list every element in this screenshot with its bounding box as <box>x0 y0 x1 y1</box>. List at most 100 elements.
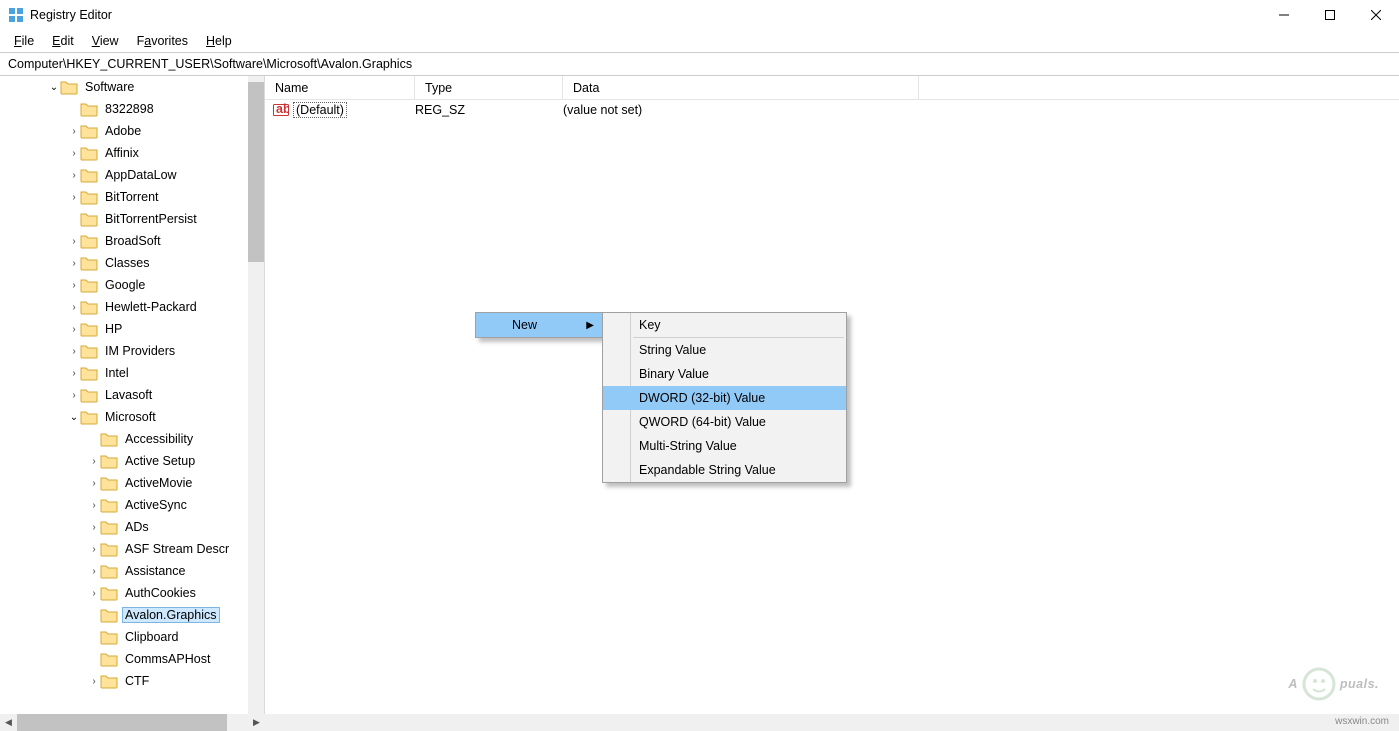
tree-twisty-icon[interactable]: › <box>88 676 100 687</box>
tree-twisty-icon[interactable]: › <box>68 368 80 379</box>
hscroll-left-button[interactable]: ◀ <box>0 714 17 731</box>
tree-twisty-icon[interactable]: › <box>68 126 80 137</box>
tree-hscroll-thumb[interactable] <box>17 714 227 731</box>
minimize-button[interactable] <box>1261 0 1307 30</box>
tree-item-label: Affinix <box>102 145 142 161</box>
tree-hscroll-track[interactable]: ◀ ▶ <box>0 714 265 731</box>
tree-twisty-icon[interactable]: › <box>68 236 80 247</box>
tree-item-activemovie[interactable]: › ActiveMovie <box>0 472 248 494</box>
tree-item-google[interactable]: › Google <box>0 274 248 296</box>
close-button[interactable] <box>1353 0 1399 30</box>
tree-vscroll-thumb[interactable] <box>248 82 264 262</box>
col-type[interactable]: Type <box>415 76 563 99</box>
tree-item-intel[interactable]: › Intel <box>0 362 248 384</box>
menu-help[interactable]: Help <box>198 33 240 49</box>
tree-twisty-icon[interactable]: › <box>68 280 80 291</box>
tree-item-label: AppDataLow <box>102 167 180 183</box>
tree-item-im-providers[interactable]: ›IM Providers <box>0 340 248 362</box>
tree-item-affinix[interactable]: › Affinix <box>0 142 248 164</box>
list-header: Name Type Data <box>265 76 1399 100</box>
ctx-dword-value[interactable]: DWORD (32-bit) Value <box>603 386 846 410</box>
tree-twisty-icon[interactable]: › <box>88 588 100 599</box>
context-submenu-new: Key String Value Binary Value DWORD (32-… <box>602 312 847 483</box>
tree-item-software[interactable]: ⌄Software <box>0 76 248 98</box>
address-bar <box>0 52 1399 76</box>
tree-item-avalon-graphics[interactable]: Avalon.Graphics <box>0 604 248 626</box>
tree-item-label: ADs <box>122 519 152 535</box>
ctx-binary-value[interactable]: Binary Value <box>603 362 846 386</box>
tree-item-commsaphost[interactable]: CommsAPHost <box>0 648 248 670</box>
tree-twisty-icon[interactable]: › <box>68 170 80 181</box>
hscroll-right-button[interactable]: ▶ <box>248 714 265 731</box>
tree-item-label: BitTorrent <box>102 189 162 205</box>
tree-twisty-icon[interactable]: › <box>68 302 80 313</box>
list-row[interactable]: ab (Default) REG_SZ (value not set) <box>265 100 1399 120</box>
tree-twisty-icon[interactable]: ⌄ <box>48 82 60 93</box>
tree-twisty-icon[interactable]: › <box>88 500 100 511</box>
value-data: (value not set) <box>563 103 1399 117</box>
tree-item-appdatalow[interactable]: › AppDataLow <box>0 164 248 186</box>
tree-twisty-icon[interactable]: ⌄ <box>68 412 80 423</box>
col-name[interactable]: Name <box>265 76 415 99</box>
tree-item-label: Google <box>102 277 148 293</box>
tree-twisty-icon[interactable]: › <box>68 390 80 401</box>
submenu-arrow-icon: ▶ <box>586 320 594 331</box>
tree-item-label: AuthCookies <box>122 585 199 601</box>
tree-item-8322898[interactable]: 8322898 <box>0 98 248 120</box>
menu-edit[interactable]: Edit <box>44 33 82 49</box>
ctx-key[interactable]: Key <box>603 313 846 337</box>
tree-item-hewlett-packard[interactable]: ›Hewlett-Packard <box>0 296 248 318</box>
tree-item-microsoft[interactable]: ⌄ Microsoft <box>0 406 248 428</box>
col-data[interactable]: Data <box>563 76 919 99</box>
menu-favorites[interactable]: Favorites <box>129 33 196 49</box>
tree-item-classes[interactable]: ›Classes <box>0 252 248 274</box>
menu-view[interactable]: View <box>84 33 127 49</box>
tree-item-activesync[interactable]: ›ActiveSync <box>0 494 248 516</box>
main-area: ⌄Software8322898›Adobe›Affinix›AppDataLo… <box>0 76 1399 714</box>
tree-item-bittorrent[interactable]: › BitTorrent <box>0 186 248 208</box>
ctx-multi-string-value[interactable]: Multi-String Value <box>603 434 846 458</box>
tree-item-label: CommsAPHost <box>122 651 213 667</box>
ctx-expandable-string-value[interactable]: Expandable String Value <box>603 458 846 482</box>
tree-item-clipboard[interactable]: Clipboard <box>0 626 248 648</box>
tree-twisty-icon[interactable]: › <box>68 324 80 335</box>
tree-twisty-icon[interactable]: › <box>88 544 100 555</box>
tree-twisty-icon[interactable]: › <box>68 192 80 203</box>
tree-item-label: ActiveMovie <box>122 475 195 491</box>
tree-twisty-icon[interactable]: › <box>68 258 80 269</box>
svg-text:ab: ab <box>276 102 289 116</box>
tree-item-label: Active Setup <box>122 453 198 469</box>
tree-item-asf-stream-descr[interactable]: ›ASF Stream Descr <box>0 538 248 560</box>
tree-item-adobe[interactable]: ›Adobe <box>0 120 248 142</box>
tree-twisty-icon[interactable]: › <box>68 346 80 357</box>
string-value-icon: ab <box>273 102 289 118</box>
tree-item-active-setup[interactable]: › Active Setup <box>0 450 248 472</box>
title-bar: Registry Editor <box>0 0 1399 30</box>
maximize-button[interactable] <box>1307 0 1353 30</box>
tree-twisty-icon[interactable]: › <box>88 566 100 577</box>
tree-item-label: Microsoft <box>102 409 159 425</box>
value-name: (Default) <box>293 102 347 118</box>
ctx-qword-value[interactable]: QWORD (64-bit) Value <box>603 410 846 434</box>
tree-item-label: HP <box>102 321 125 337</box>
tree-twisty-icon[interactable]: › <box>88 456 100 467</box>
tree-item-broadsoft[interactable]: ›BroadSoft <box>0 230 248 252</box>
tree-item-bittorrentpersist[interactable]: BitTorrentPersist <box>0 208 248 230</box>
tree-vscroll-track[interactable] <box>248 76 264 714</box>
tree-twisty-icon[interactable]: › <box>88 478 100 489</box>
tree-item-label: 8322898 <box>102 101 157 117</box>
tree-twisty-icon[interactable]: › <box>68 148 80 159</box>
tree-item-lavasoft[interactable]: ›Lavasoft <box>0 384 248 406</box>
tree-item-label: Intel <box>102 365 132 381</box>
tree-item-accessibility[interactable]: Accessibility <box>0 428 248 450</box>
ctx-new[interactable]: New ▶ <box>476 313 602 337</box>
address-input[interactable] <box>6 56 1393 72</box>
tree-item-authcookies[interactable]: › AuthCookies <box>0 582 248 604</box>
tree-item-hp[interactable]: › HP <box>0 318 248 340</box>
tree-item-ctf[interactable]: ›CTF <box>0 670 248 692</box>
tree-item-ads[interactable]: › ADs <box>0 516 248 538</box>
tree-item-assistance[interactable]: ›Assistance <box>0 560 248 582</box>
menu-file[interactable]: File <box>6 33 42 49</box>
ctx-string-value[interactable]: String Value <box>603 338 846 362</box>
tree-twisty-icon[interactable]: › <box>88 522 100 533</box>
